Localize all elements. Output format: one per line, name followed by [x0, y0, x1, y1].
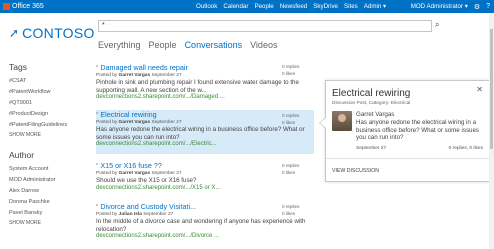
tag-item[interactable]: #PatentFilingGuidelines: [9, 120, 89, 131]
result-url[interactable]: devconnections2.sharepoint.com/.../X15 o…: [96, 185, 314, 193]
hover-stats: 0 replies, 0 likes: [448, 146, 483, 151]
tag-item[interactable]: #QT9001: [9, 98, 89, 109]
result-stats: 0 replies 0 likes: [282, 204, 300, 216]
suite-nav: Outlook Calendar People Newsfeed SkyDriv…: [196, 0, 392, 13]
result-body: In the middle of a divorce case and wond…: [96, 218, 306, 233]
authors-show-more-link[interactable]: SHOW MORE: [9, 220, 89, 226]
nav-skydrive[interactable]: SkyDrive: [313, 3, 338, 10]
result-body: Should we use the X15 or X16 fuse?: [96, 177, 197, 184]
logo-text: CONTOSO: [22, 25, 95, 41]
logo-arrow-icon: ➚: [9, 26, 20, 40]
refinement-panel: Tags #CSAT #PatentWorkflow #QT9001 #Prod…: [9, 62, 89, 226]
gear-icon[interactable]: ⚙: [474, 3, 480, 11]
user-menu[interactable]: MOD Administrator ▾: [411, 3, 468, 10]
close-icon[interactable]: ✕: [476, 85, 483, 94]
tags-show-more-link[interactable]: SHOW MORE: [9, 132, 89, 138]
quote-icon: “: [96, 65, 99, 72]
nav-newsfeed[interactable]: Newsfeed: [280, 3, 308, 10]
result-url[interactable]: devconnections2.sharepoint.com/.../Elect…: [96, 141, 314, 149]
author-item[interactable]: System Account: [9, 164, 89, 175]
tab-videos[interactable]: Videos: [250, 40, 277, 50]
tag-item[interactable]: #ProductDesign: [9, 109, 89, 120]
nav-people[interactable]: People: [254, 3, 273, 10]
result-title[interactable]: Electrical rewiring: [100, 110, 156, 119]
tab-people[interactable]: People: [149, 40, 177, 50]
hover-body: Has anyone redone the electrical wiring …: [356, 119, 480, 141]
nav-sites[interactable]: Sites: [344, 3, 358, 10]
result-stats: 0 replies 0 likes: [282, 64, 300, 76]
quote-icon: “: [96, 204, 99, 211]
result-body: Has anyone redone the electrical wiring …: [96, 126, 305, 141]
result-stats: 0 replies 0 likes: [282, 113, 300, 125]
avatar: [332, 111, 352, 131]
user-area: MOD Administrator ▾ ⚙ ?: [411, 0, 490, 13]
hover-divider: [326, 158, 489, 159]
author-item[interactable]: Pavel Bansky: [9, 208, 89, 219]
result-url[interactable]: devconnections2.sharepoint.com/.../Damag…: [96, 94, 314, 102]
quote-icon: “: [96, 112, 99, 119]
result-url[interactable]: devconnections2.sharepoint.com/.../Divor…: [96, 233, 314, 241]
result-body: Pinhole in sink and plumbing repair I fo…: [96, 79, 299, 94]
quote-icon: “: [96, 163, 99, 170]
result-title[interactable]: Divorce and Custody Visitati...: [100, 202, 196, 211]
search-icon[interactable]: ⌕: [435, 20, 439, 30]
nav-calendar[interactable]: Calendar: [223, 3, 248, 10]
tags-heading: Tags: [9, 62, 27, 72]
office-logo-icon: [3, 3, 10, 10]
result-stats: 0 replies 0 likes: [282, 163, 300, 175]
hover-author[interactable]: Garret Vargas: [356, 111, 394, 118]
author-item[interactable]: MOD Administrator: [9, 175, 89, 186]
hover-panel: Electrical rewiring Discussion Post, Cat…: [325, 80, 490, 182]
hover-title[interactable]: Electrical rewiring: [332, 88, 410, 99]
scrollbar[interactable]: [489, 13, 494, 249]
author-item[interactable]: Dorena Paschke: [9, 197, 89, 208]
tag-item[interactable]: #CSAT: [9, 76, 89, 87]
author-item[interactable]: Alex Darrow: [9, 186, 89, 197]
hover-date: September 27: [356, 146, 387, 151]
suite-bar: Office 365 Outlook Calendar People Newsf…: [0, 0, 494, 13]
tab-everything[interactable]: Everything: [98, 40, 141, 50]
brand-label: Office 365: [12, 3, 44, 10]
view-discussion-link[interactable]: VIEW DISCUSSION: [332, 168, 379, 174]
help-icon[interactable]: ?: [486, 3, 490, 10]
result-title[interactable]: X15 or X16 fuse ??: [100, 161, 162, 170]
nav-admin[interactable]: Admin ▾: [364, 3, 386, 10]
tab-conversations[interactable]: Conversations: [185, 40, 243, 50]
author-heading: Author: [9, 150, 35, 160]
nav-outlook[interactable]: Outlook: [196, 3, 217, 10]
site-logo[interactable]: ➚ CONTOSO: [9, 25, 95, 41]
office365-brand[interactable]: Office 365: [0, 3, 44, 10]
tag-item[interactable]: #PatentWorkflow: [9, 87, 89, 98]
vertical-tabs: Everything People Conversations Videos: [98, 40, 277, 50]
hover-subtitle: Discussion Post, Category: Electrical: [332, 101, 411, 106]
scrollbar-thumb[interactable]: [490, 29, 493, 149]
search-input[interactable]: *: [98, 20, 432, 32]
result-title[interactable]: Damaged wall needs repair: [100, 63, 188, 72]
callout-pointer-inner: [320, 118, 326, 128]
